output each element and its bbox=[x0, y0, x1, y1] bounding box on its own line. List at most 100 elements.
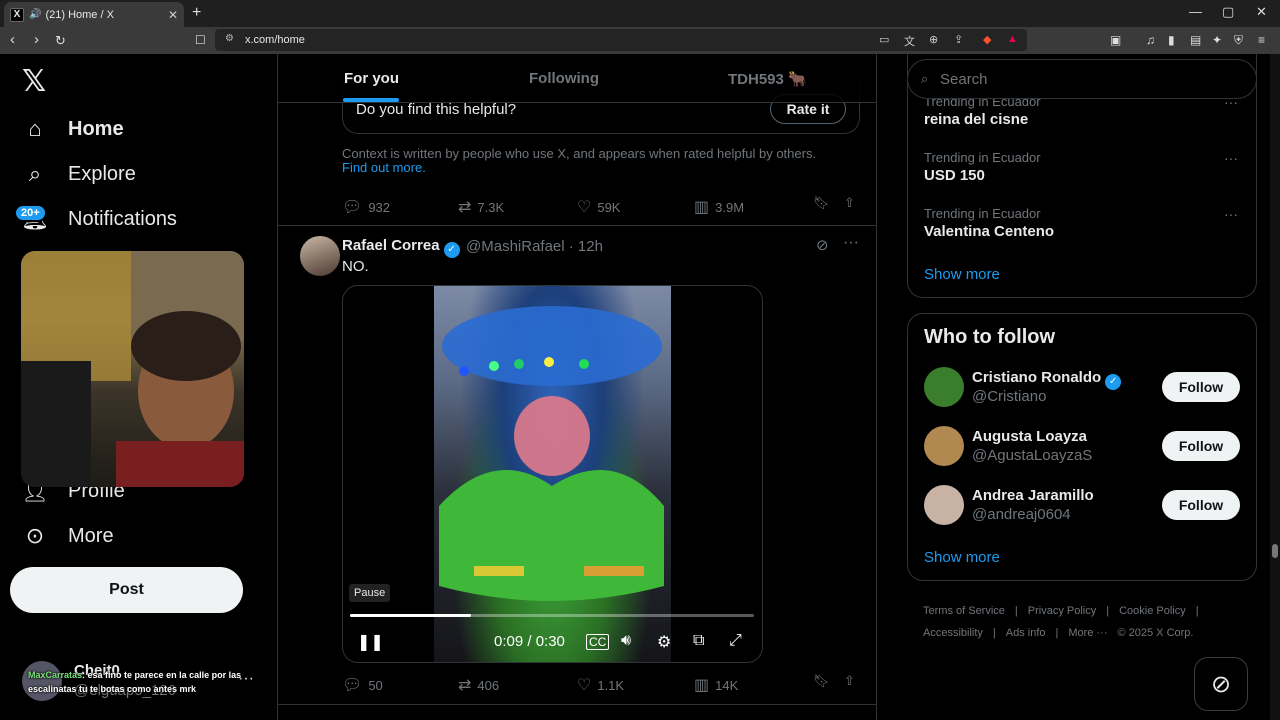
sidebar-icon[interactable]: ▮ bbox=[1168, 33, 1175, 47]
search-input[interactable]: ⌕ Search bbox=[907, 59, 1257, 99]
pause-tooltip: Pause bbox=[349, 584, 391, 602]
brave-shield-icon[interactable]: ◆ bbox=[983, 33, 991, 46]
leo-icon[interactable]: ✦ bbox=[1212, 33, 1222, 47]
search-icon: ⌕ bbox=[28, 161, 42, 186]
accessibility-link[interactable]: Accessibility bbox=[923, 627, 983, 639]
follow-avatar-2[interactable] bbox=[924, 426, 964, 466]
more-link[interactable]: More ··· bbox=[1068, 627, 1107, 639]
tweet-more-icon[interactable]: ··· bbox=[843, 234, 859, 252]
x-logo-icon[interactable]: 𝕏 bbox=[22, 64, 46, 99]
browser-tab[interactable]: X 🔊 (21) Home / X ✕ bbox=[4, 2, 184, 27]
maximize-button[interactable]: ▢ bbox=[1222, 4, 1234, 20]
like-action-2[interactable]: ♡ 1.1K bbox=[577, 675, 624, 695]
like-action[interactable]: ♡ 59K bbox=[577, 197, 620, 217]
footer-sep: | bbox=[992, 627, 996, 639]
terms-link[interactable]: Terms of Service bbox=[923, 605, 1005, 617]
follow-name-3[interactable]: Andrea Jaramillo bbox=[972, 487, 1094, 504]
fullscreen-icon[interactable]: ⤢ bbox=[729, 632, 742, 650]
views-count-2: 14K bbox=[715, 677, 739, 693]
privacy-link[interactable]: Privacy Policy bbox=[1028, 605, 1096, 617]
like-count-2: 1.1K bbox=[597, 677, 625, 693]
post-button[interactable]: Post bbox=[10, 567, 243, 613]
follow-avatar-3[interactable] bbox=[924, 485, 964, 525]
minimize-button[interactable]: — bbox=[1189, 4, 1202, 19]
close-tab-icon[interactable]: ✕ bbox=[168, 8, 178, 22]
scrollbar-thumb[interactable] bbox=[1272, 544, 1278, 558]
tab-tdh593[interactable]: TDH593 🐂 bbox=[728, 70, 807, 88]
streamer-illustration bbox=[21, 251, 244, 487]
video-frame[interactable] bbox=[434, 286, 671, 662]
tab-following[interactable]: Following bbox=[529, 70, 599, 87]
vpn-icon[interactable]: ⛨ bbox=[1234, 33, 1243, 48]
tweet-avatar[interactable] bbox=[300, 236, 340, 276]
video-player[interactable]: Pause ❚❚ 0:09 / 0:30 CC 🔊︎ ⚙ ⧉ ⤢ bbox=[342, 285, 763, 663]
share-icon[interactable]: ⇪ bbox=[954, 33, 963, 46]
trend-more-icon[interactable]: ··· bbox=[1224, 150, 1238, 166]
menu-icon[interactable]: ≡ bbox=[1258, 33, 1265, 47]
close-window-button[interactable]: ✕ bbox=[1256, 4, 1267, 20]
site-info-icon[interactable]: ⚙ bbox=[225, 33, 234, 44]
translate-icon[interactable]: 文 bbox=[904, 33, 915, 49]
repost-action-2[interactable]: ⇄ 406 bbox=[458, 675, 499, 695]
stream-chat-overlay: MaxCarratas: esa fino te parece en la ca… bbox=[28, 668, 248, 696]
views-action[interactable]: ▥ 3.9M bbox=[694, 197, 744, 217]
back-icon[interactable]: ‹ bbox=[10, 31, 15, 48]
follow-button-1[interactable]: Follow bbox=[1162, 372, 1240, 402]
picture-in-picture-icon[interactable]: ⧉ bbox=[693, 632, 704, 650]
repost-icon: ⇄ bbox=[458, 199, 472, 216]
reload-icon[interactable]: ↻ bbox=[55, 33, 66, 49]
wallet-icon[interactable]: ▤ bbox=[1190, 33, 1201, 47]
follow-name-2[interactable]: Augusta Loayza bbox=[972, 428, 1087, 445]
trend-title-3[interactable]: Valentina Centeno bbox=[924, 223, 1054, 240]
tab-for-you[interactable]: For you bbox=[344, 70, 399, 87]
follow-button-3[interactable]: Follow bbox=[1162, 490, 1240, 520]
zoom-icon[interactable]: ⊕ bbox=[929, 33, 938, 46]
tweet-divider-2 bbox=[278, 704, 876, 705]
cast-icon[interactable]: ▭ bbox=[879, 33, 889, 46]
captions-icon[interactable]: CC bbox=[586, 634, 610, 650]
follow-name-1[interactable]: Cristiano Ronaldo ✓ bbox=[972, 369, 1122, 390]
volume-icon[interactable]: 🔊︎ bbox=[621, 632, 631, 650]
trend-title-1[interactable]: reina del cisne bbox=[924, 111, 1028, 128]
forward-icon[interactable]: › bbox=[34, 31, 39, 48]
video-time: 0:09 / 0:30 bbox=[494, 633, 565, 650]
new-tab-button[interactable]: + bbox=[192, 4, 201, 22]
media-icon[interactable]: ♫ bbox=[1146, 33, 1155, 47]
follow-avatar-1[interactable] bbox=[924, 367, 964, 407]
find-out-more-link[interactable]: Find out more. bbox=[342, 160, 426, 175]
share-action-icon-2[interactable]: ⇧ bbox=[844, 673, 855, 689]
nav-home[interactable]: ⌂ Home bbox=[20, 109, 123, 149]
pause-icon[interactable]: ❚❚ bbox=[357, 632, 384, 652]
rewards-icon[interactable]: ▲ bbox=[1007, 33, 1018, 45]
copyright: © 2025 X Corp. bbox=[1117, 627, 1194, 639]
reply-action[interactable]: 💬︎ 932 bbox=[342, 197, 390, 217]
ads-info-link[interactable]: Ads info bbox=[1006, 627, 1046, 639]
nav-more[interactable]: ⊙ More bbox=[20, 516, 114, 556]
reply-action-2[interactable]: 💬︎ 50 bbox=[342, 675, 383, 695]
share-action-icon[interactable]: ⇧ bbox=[844, 195, 855, 211]
cookie-link[interactable]: Cookie Policy bbox=[1119, 605, 1186, 617]
settings-icon[interactable]: ⚙ bbox=[657, 632, 671, 652]
bookmark-action-icon[interactable]: 🔖︎ bbox=[813, 195, 830, 211]
grok-button[interactable]: ⊘ bbox=[1194, 657, 1248, 711]
tweet-handle-time[interactable]: @MashiRafael · 12h bbox=[466, 238, 603, 255]
follow-button-2[interactable]: Follow bbox=[1162, 431, 1240, 461]
footer-sep: | bbox=[1014, 605, 1018, 617]
trend-title-2[interactable]: USD 150 bbox=[924, 167, 985, 184]
repost-action[interactable]: ⇄ 7.3K bbox=[458, 197, 504, 217]
video-progress-bar[interactable] bbox=[350, 614, 754, 617]
trends-show-more[interactable]: Show more bbox=[924, 266, 1000, 283]
search-placeholder: Search bbox=[940, 71, 988, 88]
trend-more-icon[interactable]: ··· bbox=[1224, 206, 1238, 222]
nav-explore[interactable]: ⌕ Explore bbox=[20, 154, 136, 194]
address-bar-row: ‹ › ↻ ☐ ⚙ x.com/home ▭ 文 ⊕ ⇪ ◆ ▲ ▣ ♫ ▮ ▤… bbox=[0, 27, 1280, 54]
scrollbar[interactable] bbox=[1270, 54, 1280, 720]
bookmark-icon[interactable]: ☐ bbox=[195, 33, 206, 47]
grok-icon[interactable]: ⊘ bbox=[816, 236, 829, 254]
views-action-2[interactable]: ▥ 14K bbox=[694, 675, 738, 695]
follow-show-more[interactable]: Show more bbox=[924, 549, 1000, 566]
speaker-icon[interactable]: 🔊 bbox=[29, 9, 41, 20]
bookmark-action-icon-2[interactable]: 🔖︎ bbox=[813, 673, 830, 689]
tab-search-icon[interactable]: ▣ bbox=[1110, 33, 1121, 47]
tweet-author-name[interactable]: Rafael Correa ✓ bbox=[342, 237, 460, 258]
